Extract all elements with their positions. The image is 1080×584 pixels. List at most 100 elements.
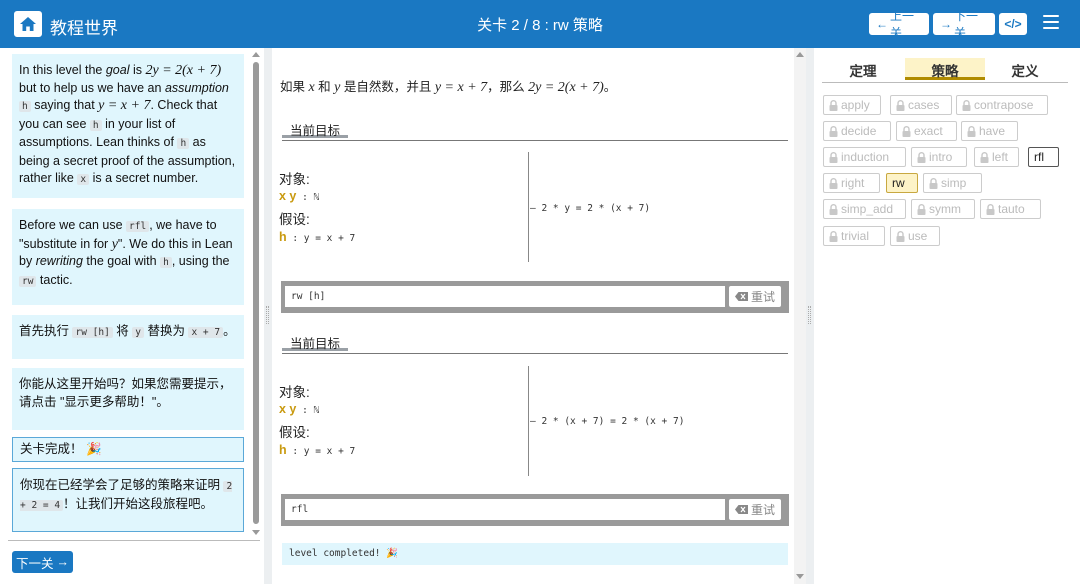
tactic-left[interactable]: left xyxy=(974,147,1019,167)
lock-icon xyxy=(829,203,838,215)
command-input[interactable]: rfl xyxy=(285,499,725,520)
message-3: 首先执行 rw [h] 将 y 替换为 x + 7。 xyxy=(12,315,244,359)
divider xyxy=(282,353,788,354)
menu-icon[interactable] xyxy=(1043,15,1059,31)
message-4: 你能从这里开始吗？如果您需要提示，请点击 "显示更多帮助！"。 xyxy=(12,368,244,430)
tactic-label: have xyxy=(979,124,1006,138)
tactic-trivial[interactable]: trivial xyxy=(823,226,885,246)
world-title: 教程世界 xyxy=(50,19,118,38)
tactic-exact[interactable]: exact xyxy=(896,121,957,141)
divider xyxy=(8,540,260,541)
tactic-label: tauto xyxy=(998,202,1025,216)
lock-icon xyxy=(917,203,926,215)
scroll-down-icon[interactable] xyxy=(252,530,260,535)
lock-icon xyxy=(829,230,838,242)
left-scroll-thumb[interactable] xyxy=(253,62,259,524)
proof-scrollbar[interactable] xyxy=(794,48,806,584)
code-icon: </> xyxy=(1004,17,1022,31)
tactic-label: contrapose xyxy=(974,98,1034,112)
tactic-rw[interactable]: rw xyxy=(886,173,918,193)
tactic-symm[interactable]: symm xyxy=(911,199,975,219)
tactic-tauto[interactable]: tauto xyxy=(980,199,1041,219)
lock-icon xyxy=(829,151,838,163)
tactic-label: simp_add xyxy=(841,202,894,216)
goal-statement: — 2 * (x + 7) = 2 * (x + 7) xyxy=(530,416,685,427)
backspace-icon xyxy=(734,292,748,301)
next-level-header-button[interactable]: → 下一关 xyxy=(933,9,995,40)
arrow-right-icon: → xyxy=(56,555,70,569)
tactic-simp[interactable]: simp xyxy=(923,173,982,193)
tactic-induction[interactable]: induction xyxy=(823,147,906,167)
objects-row: x y : ℕ xyxy=(279,189,320,203)
tactic-have[interactable]: have xyxy=(961,121,1018,141)
lock-icon xyxy=(829,125,838,137)
command-bar: rw [h] 重试 xyxy=(281,281,789,313)
tactic-simp-add[interactable]: simp_add xyxy=(823,199,906,219)
arrow-left-icon: ← xyxy=(876,17,888,31)
retry-button[interactable]: 重试 xyxy=(729,499,781,520)
lock-icon xyxy=(829,99,838,111)
code-view-button[interactable]: </> xyxy=(999,13,1027,35)
goal-statement: — 2 * y = 2 * (x + 7) xyxy=(530,203,651,214)
current-goal-tab[interactable]: 当前目标 xyxy=(282,331,348,351)
messages-list: In this level the goal is 2y = 2(x + 7) … xyxy=(0,48,264,538)
message-level-complete: 关卡完成！ 🎉 xyxy=(12,437,244,462)
tactic-label: right xyxy=(841,176,865,190)
assumptions-label: 假设: xyxy=(279,425,310,440)
tactic-label: use xyxy=(908,229,928,243)
tactic-rfl[interactable]: rfl xyxy=(1028,147,1059,167)
message-6: 你现在已经学会了足够的策略来证明 2 + 2 = 4 ！让我们开始这段旅程吧。 xyxy=(12,468,244,532)
command-input[interactable]: rw [h] xyxy=(285,286,725,307)
tactic-label: left xyxy=(992,150,1009,164)
current-goal-tab[interactable]: 当前目标 xyxy=(282,118,348,138)
tactic-intro[interactable]: intro xyxy=(911,147,967,167)
left-resize-gutter[interactable] xyxy=(264,48,272,584)
arrow-right-icon: → xyxy=(940,17,952,31)
lock-icon xyxy=(980,151,989,163)
top-bar: 教程世界 关卡 2 / 8 : rw 策略 ← 上一关 → 下一关 </> xyxy=(0,0,1080,48)
lock-icon xyxy=(917,151,926,163)
backspace-icon xyxy=(734,505,748,514)
tactic-label: trivial xyxy=(841,229,870,243)
divider xyxy=(528,152,529,262)
tactic-label: intro xyxy=(929,150,953,164)
tactic-label: decide xyxy=(841,124,877,138)
prev-level-button[interactable]: ← 上一关 xyxy=(869,9,929,40)
objects-label: 对象: xyxy=(279,172,310,187)
scroll-down-icon[interactable] xyxy=(796,574,804,579)
command-bar: rfl 重试 xyxy=(281,494,789,526)
lock-icon xyxy=(896,99,905,111)
tactic-contrapose[interactable]: contrapose xyxy=(956,95,1048,115)
tab-definitions[interactable]: 定义 xyxy=(985,58,1065,80)
tactic-label: exact xyxy=(914,124,943,138)
tab-tactics[interactable]: 策略 xyxy=(905,58,985,80)
tab-theorems[interactable]: 定理 xyxy=(823,58,903,80)
home-button[interactable] xyxy=(14,11,42,37)
tactic-label: symm xyxy=(929,202,961,216)
tactic-decide[interactable]: decide xyxy=(823,121,891,141)
lock-icon xyxy=(986,203,995,215)
scroll-up-icon[interactable] xyxy=(252,52,260,57)
divider xyxy=(528,366,529,476)
tactic-label: induction xyxy=(841,150,890,164)
tactic-cases[interactable]: cases xyxy=(890,95,952,115)
lock-icon xyxy=(967,125,976,137)
lock-icon xyxy=(896,230,905,242)
tactic-label: rw xyxy=(892,176,905,190)
message-2: Before we can use rfl, we have to "subst… xyxy=(12,209,244,305)
scroll-up-icon[interactable] xyxy=(796,52,804,57)
lock-icon xyxy=(902,125,911,137)
retry-button[interactable]: 重试 xyxy=(729,286,781,307)
objects-row: x y : ℕ xyxy=(279,402,320,416)
right-resize-gutter[interactable] xyxy=(806,48,814,584)
tactic-use[interactable]: use xyxy=(890,226,940,246)
hypothesis-row: h : y = x + 7 xyxy=(279,443,356,457)
hypothesis-row: h : y = x + 7 xyxy=(279,230,356,244)
tactic-apply[interactable]: apply xyxy=(823,95,881,115)
tactic-label: apply xyxy=(841,98,870,112)
inventory-panel: 定理 策略 定义 apply cases contrapose decide exact… xyxy=(814,48,1080,584)
tactic-right[interactable]: right xyxy=(823,173,880,193)
divider xyxy=(822,82,1068,83)
objects-label: 对象: xyxy=(279,385,310,400)
next-level-button[interactable]: 下一关 → xyxy=(12,551,73,573)
